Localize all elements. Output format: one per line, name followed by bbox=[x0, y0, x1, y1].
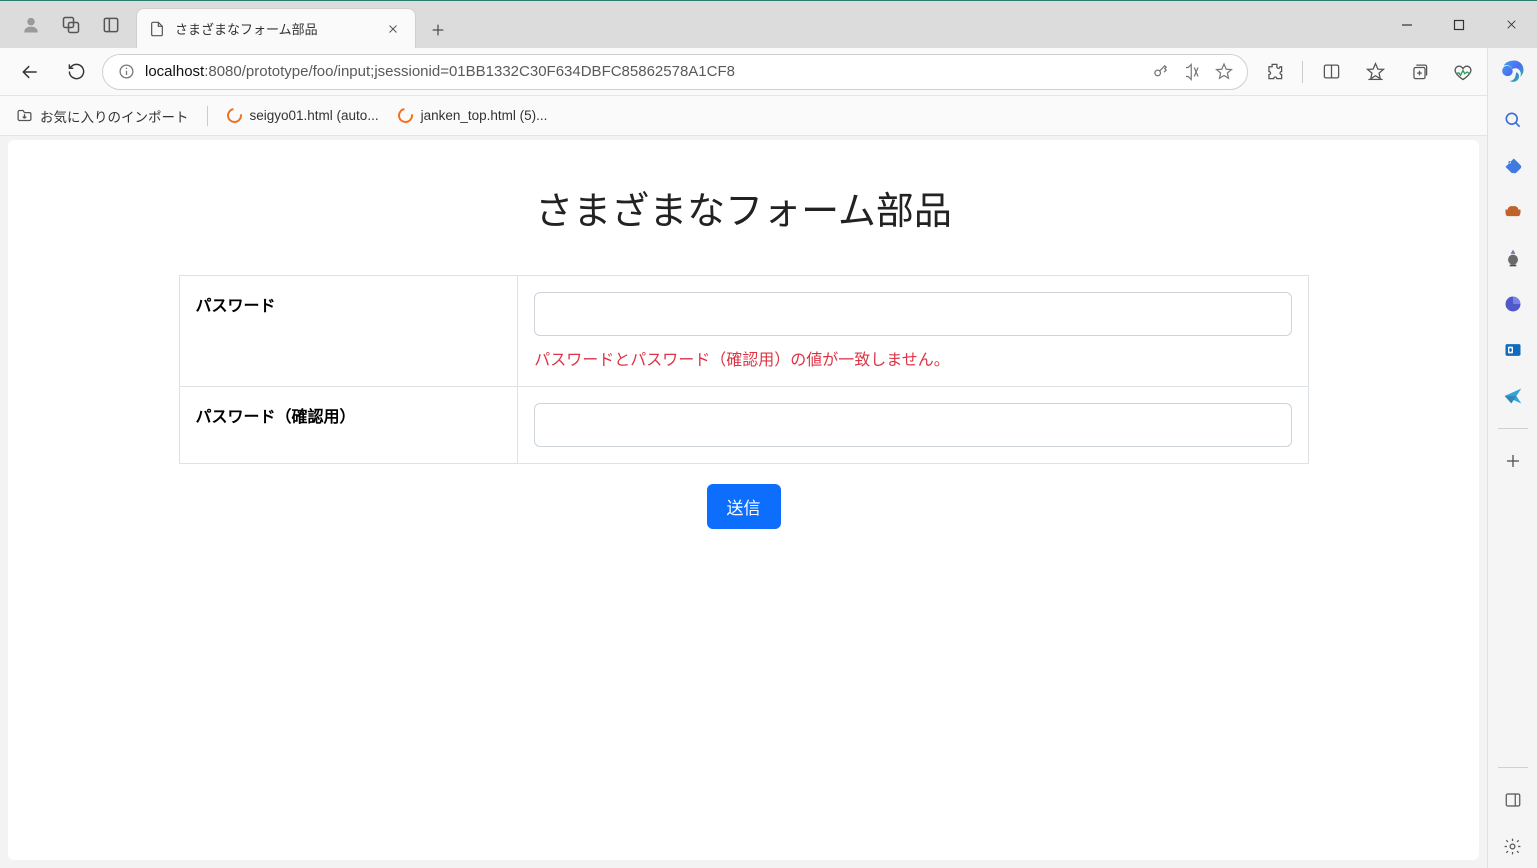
import-favorites-label: お気に入りのインポート bbox=[40, 106, 189, 126]
minimize-button[interactable] bbox=[1381, 1, 1433, 48]
extensions-icon[interactable] bbox=[1254, 52, 1294, 92]
games-sidebar-icon[interactable] bbox=[1489, 236, 1537, 280]
bookmarks-bar: お気に入りのインポート seigyo01.html (auto... janke… bbox=[0, 96, 1537, 136]
close-window-button[interactable] bbox=[1485, 1, 1537, 48]
window-controls bbox=[1381, 1, 1537, 48]
page-viewport: さまざまなフォーム部品 パスワード パスワードとパスワード（確認用）の値が一致し… bbox=[8, 140, 1479, 860]
submit-row: 送信 bbox=[179, 484, 1309, 529]
tab-title: さまざまなフォーム部品 bbox=[175, 19, 373, 38]
divider bbox=[1302, 61, 1303, 83]
divider bbox=[1498, 428, 1528, 429]
divider bbox=[207, 106, 208, 126]
outlook-sidebar-icon[interactable] bbox=[1489, 328, 1537, 372]
workspaces-icon[interactable] bbox=[54, 8, 88, 42]
browser-toolbar: localhost:8080/prototype/foo/input;jsess… bbox=[0, 48, 1537, 96]
url-text: localhost:8080/prototype/foo/input;jsess… bbox=[145, 63, 1141, 80]
office-sidebar-icon[interactable] bbox=[1489, 282, 1537, 326]
search-sidebar-icon[interactable] bbox=[1489, 98, 1537, 142]
divider bbox=[1498, 767, 1528, 768]
favorites-menu-icon[interactable] bbox=[1355, 52, 1395, 92]
settings-gear-icon[interactable] bbox=[1489, 824, 1537, 868]
tools-sidebar-icon[interactable] bbox=[1489, 190, 1537, 234]
refresh-button[interactable] bbox=[56, 52, 96, 92]
favorite-icon[interactable] bbox=[1215, 63, 1233, 81]
bookmark-item[interactable]: seigyo01.html (auto... bbox=[226, 107, 379, 124]
maximize-button[interactable] bbox=[1433, 1, 1485, 48]
bookmark-label: janken_top.html (5)... bbox=[421, 108, 548, 123]
passwords-icon[interactable] bbox=[1151, 63, 1169, 81]
read-aloud-icon[interactable] bbox=[1183, 63, 1201, 81]
collections-icon[interactable] bbox=[1399, 52, 1439, 92]
password-cell: パスワードとパスワード（確認用）の値が一致しません。 bbox=[518, 276, 1308, 387]
titlebar-left-controls bbox=[0, 1, 128, 48]
site-info-icon[interactable] bbox=[117, 63, 135, 81]
password-input[interactable] bbox=[534, 292, 1291, 336]
bookmark-item[interactable]: janken_top.html (5)... bbox=[397, 107, 548, 124]
tab-actions-icon[interactable] bbox=[94, 8, 128, 42]
password-confirm-input[interactable] bbox=[534, 403, 1291, 447]
password-confirm-label: パスワード（確認用） bbox=[179, 387, 518, 464]
address-bar[interactable]: localhost:8080/prototype/foo/input;jsess… bbox=[102, 54, 1248, 90]
new-tab-button[interactable] bbox=[420, 12, 456, 48]
page-title: さまざまなフォーム部品 bbox=[179, 180, 1309, 235]
import-favorites-button[interactable]: お気に入りのインポート bbox=[16, 106, 189, 126]
password-error-text: パスワードとパスワード（確認用）の値が一致しません。 bbox=[534, 346, 1291, 370]
file-icon bbox=[149, 21, 165, 37]
bookmark-favicon bbox=[397, 107, 414, 124]
import-icon bbox=[16, 107, 33, 124]
profile-icon[interactable] bbox=[14, 8, 48, 42]
password-label: パスワード bbox=[179, 276, 518, 387]
close-tab-button[interactable] bbox=[383, 19, 403, 39]
address-bar-actions bbox=[1151, 63, 1233, 81]
bookmark-favicon bbox=[226, 107, 243, 124]
copilot-icon[interactable] bbox=[1496, 54, 1530, 88]
url-host: localhost bbox=[145, 63, 204, 80]
back-button[interactable] bbox=[10, 52, 50, 92]
table-row: パスワード（確認用） bbox=[179, 387, 1308, 464]
send-sidebar-icon[interactable] bbox=[1489, 374, 1537, 418]
split-screen-icon[interactable] bbox=[1311, 52, 1351, 92]
collapse-sidebar-icon[interactable] bbox=[1489, 778, 1537, 822]
bookmark-label: seigyo01.html (auto... bbox=[250, 108, 379, 123]
add-sidebar-icon[interactable] bbox=[1489, 439, 1537, 483]
table-row: パスワード パスワードとパスワード（確認用）の値が一致しません。 bbox=[179, 276, 1308, 387]
password-confirm-cell bbox=[518, 387, 1308, 464]
edge-sidebar bbox=[1487, 48, 1537, 868]
page-content: さまざまなフォーム部品 パスワード パスワードとパスワード（確認用）の値が一致し… bbox=[179, 140, 1309, 569]
active-tab[interactable]: さまざまなフォーム部品 bbox=[136, 8, 416, 48]
url-path: :8080/prototype/foo/input;jsessionid=01B… bbox=[204, 63, 735, 80]
submit-button[interactable]: 送信 bbox=[707, 484, 781, 529]
shopping-sidebar-icon[interactable] bbox=[1489, 144, 1537, 188]
browser-essentials-icon[interactable] bbox=[1443, 52, 1483, 92]
form-table: パスワード パスワードとパスワード（確認用）の値が一致しません。 パスワード（確… bbox=[179, 275, 1309, 464]
browser-titlebar: さまざまなフォーム部品 bbox=[0, 0, 1537, 48]
